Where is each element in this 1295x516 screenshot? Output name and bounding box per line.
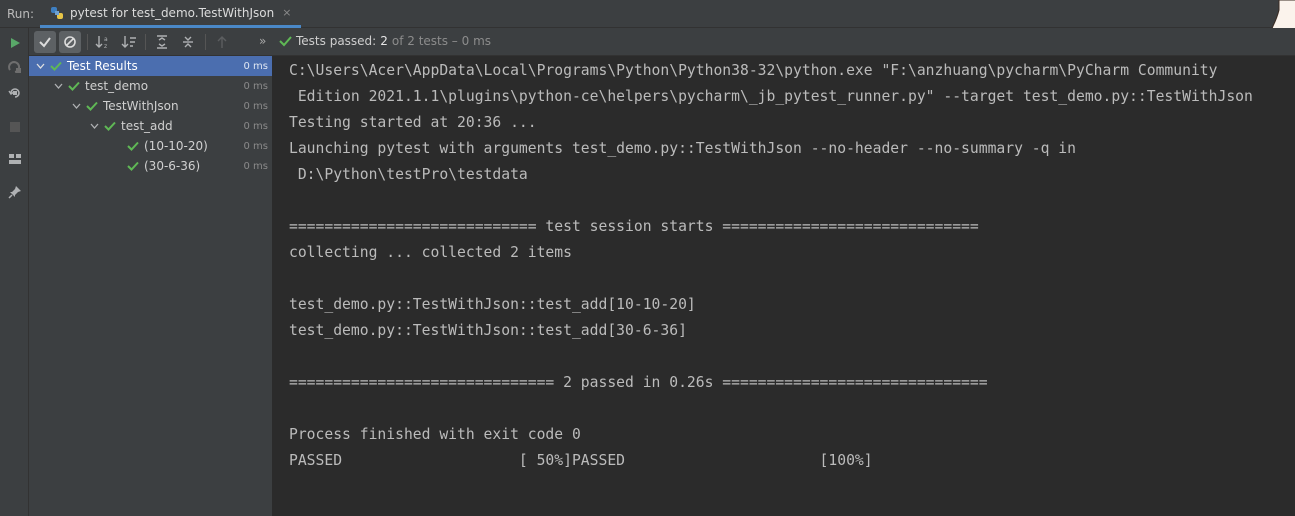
passed-check-icon — [68, 80, 80, 92]
console-line: ============================ test sessio… — [289, 218, 979, 235]
tree-row-label: test_demo — [85, 79, 149, 93]
console-line: ============================== 2 passed … — [289, 374, 988, 391]
layout-icon — [9, 154, 21, 164]
stop-icon — [10, 122, 20, 132]
rerun-button[interactable] — [6, 84, 24, 102]
expand-all-icon — [157, 35, 167, 49]
tree-row-test-results[interactable]: Test Results 0 ms — [29, 56, 272, 76]
show-passed-toggle[interactable] — [34, 31, 56, 53]
rerun-icon — [8, 88, 20, 98]
close-tab-icon[interactable]: × — [282, 6, 291, 19]
toolbar-separator — [205, 34, 206, 50]
show-ignored-icon — [64, 36, 76, 48]
run-icon — [11, 38, 20, 48]
show-passed-icon — [39, 37, 51, 48]
console-line: collecting ... collected 2 items — [289, 244, 572, 261]
console-line: C:\Users\Acer\AppData\Local\Programs\Pyt… — [289, 62, 1218, 79]
console-line: Launching pytest with arguments test_dem… — [289, 140, 1076, 157]
sort-alphabetically-icon: a z — [95, 36, 108, 49]
toolbar-separator — [87, 34, 88, 50]
tree-row-label: Test Results — [67, 59, 138, 73]
tree-row-label: test_add — [121, 119, 173, 133]
tree-row-duration: 0 ms — [243, 140, 269, 152]
tree-row-test-case[interactable]: (30-6-36) 0 ms — [29, 156, 272, 176]
passed-check-icon — [104, 120, 116, 132]
passed-check-icon — [279, 36, 292, 47]
test-runner-toolbar: a z » Tests passed: 2 of 2 tests – 0 ms — [29, 28, 1295, 56]
run-tab-title: pytest for test_demo.TestWithJson — [70, 5, 275, 20]
tree-row-duration: 0 ms — [243, 80, 269, 92]
stop-button[interactable] — [6, 118, 24, 136]
passed-check-icon — [86, 100, 98, 112]
console-line: PASSED [ 50%]PASSED [100%] — [289, 452, 873, 469]
passed-check-icon — [127, 160, 139, 172]
previous-failed-icon — [217, 36, 227, 48]
tree-row-label: (10-10-20) — [144, 139, 208, 153]
pin-tab-button[interactable] — [6, 183, 24, 201]
toolbar-separator — [145, 34, 146, 50]
console-line: Edition 2021.1.1\plugins\python-ce\helpe… — [289, 88, 1253, 105]
passed-check-icon — [127, 140, 139, 152]
pin-icon — [8, 186, 21, 199]
rerun-failed-icon — [8, 61, 21, 73]
expand-all-button[interactable] — [151, 31, 173, 53]
collapse-all-icon — [183, 36, 193, 48]
chevron-down-icon[interactable] — [88, 120, 100, 132]
show-ignored-toggle[interactable] — [59, 31, 81, 53]
rerun-failed-button[interactable] — [6, 58, 24, 76]
layout-button[interactable] — [6, 150, 24, 168]
svg-text:a: a — [104, 36, 108, 43]
run-label: Run: — [7, 7, 35, 21]
tree-row-test-demo[interactable]: test_demo 0 ms — [29, 76, 272, 96]
console-line: Testing started at 20:36 ... — [289, 114, 537, 131]
test-status-summary: Tests passed: 2 of 2 tests – 0 ms — [279, 34, 491, 48]
chevron-down-icon[interactable] — [70, 100, 82, 112]
chevron-down-icon[interactable] — [52, 80, 64, 92]
tree-row-duration: 0 ms — [243, 120, 269, 132]
tree-row-duration: 0 ms — [243, 160, 269, 172]
tree-row-duration: 0 ms — [243, 60, 269, 72]
console-line: D:\Python\testPro\testdata — [289, 166, 528, 183]
more-actions-icon[interactable]: » — [259, 34, 266, 48]
run-side-toolbar — [0, 28, 29, 516]
tree-row-testwithjson[interactable]: TestWithJson 0 ms — [29, 96, 272, 116]
status-passed-count: 2 — [380, 34, 388, 48]
tree-row-label: TestWithJson — [103, 99, 179, 113]
console-output[interactable]: C:\Users\Acer\AppData\Local\Programs\Pyt… — [273, 56, 1295, 516]
passed-check-icon — [50, 60, 62, 72]
tree-row-duration: 0 ms — [243, 100, 269, 112]
tree-row-label: (30-6-36) — [144, 159, 201, 173]
sort-alphabetically-button[interactable]: a z — [92, 31, 114, 53]
tree-row-test-case[interactable]: (10-10-20) 0 ms — [29, 136, 272, 156]
run-button[interactable] — [6, 34, 24, 52]
sort-by-duration-button[interactable] — [118, 31, 140, 53]
svg-text:z: z — [104, 43, 107, 49]
status-passed-label: Tests passed: — [296, 34, 377, 48]
pytest-icon — [51, 6, 63, 19]
console-line: test_demo.py::TestWithJson::test_add[10-… — [289, 296, 696, 313]
collapse-all-button[interactable] — [177, 31, 199, 53]
run-configuration-tab[interactable]: pytest for test_demo.TestWithJson × — [40, 0, 302, 28]
status-total: of 2 tests – 0 ms — [391, 34, 492, 48]
run-tool-window: Run: pytest for test_demo.TestWithJson × — [0, 0, 1295, 516]
previous-failed-button[interactable] — [211, 31, 233, 53]
sort-by-duration-icon — [121, 36, 136, 48]
tree-row-test-add[interactable]: test_add 0 ms — [29, 116, 272, 136]
console-line: test_demo.py::TestWithJson::test_add[30-… — [289, 322, 687, 339]
test-results-tree: Test Results 0 ms test_demo 0 ms TestWit… — [29, 56, 273, 516]
run-tab-bar: Run: pytest for test_demo.TestWithJson × — [0, 0, 1295, 46]
chevron-down-icon[interactable] — [34, 60, 46, 72]
console-line: Process finished with exit code 0 — [289, 426, 581, 443]
